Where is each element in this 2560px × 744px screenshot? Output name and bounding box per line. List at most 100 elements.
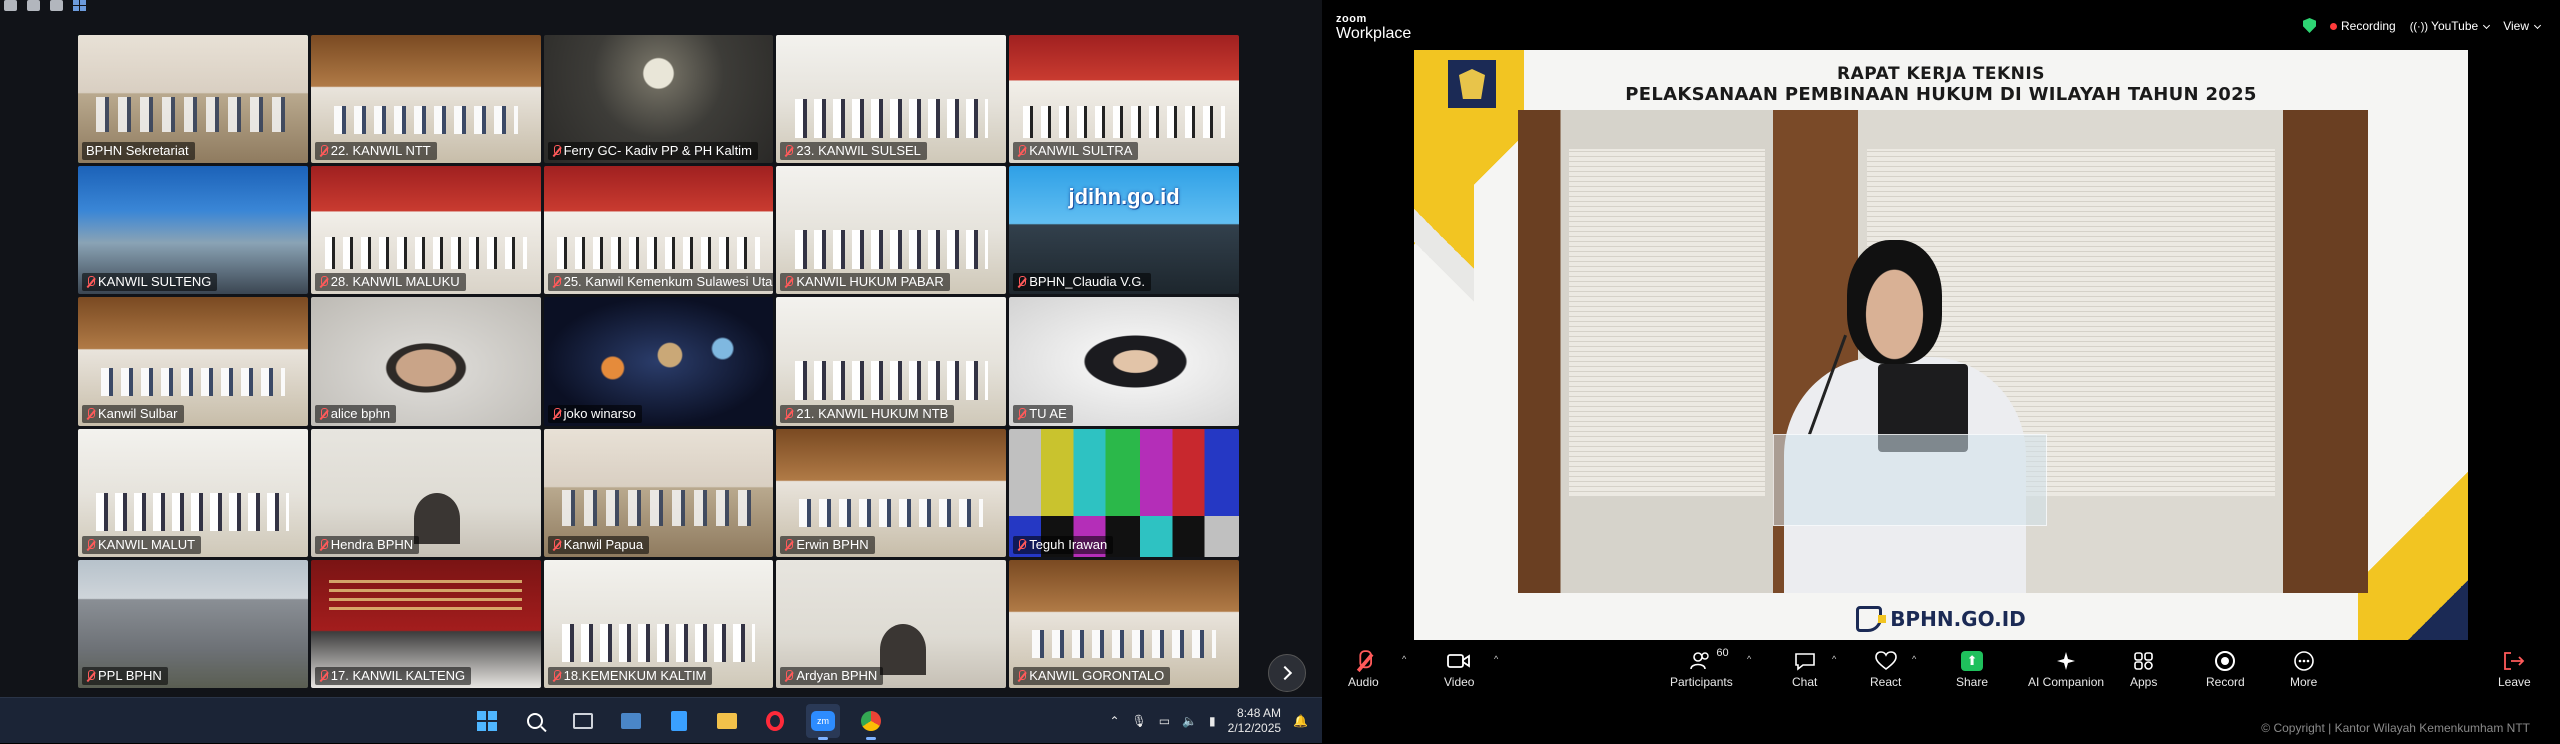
copyright-text: © Copyright | Kantor Wilayah Kemenkumham… [2261,721,2530,735]
participant-tile[interactable]: BPHN Sekretariat [78,35,308,164]
microphone-muted-icon [86,276,95,288]
participant-name-label: Kanwil Papua [547,535,650,554]
chat-options-caret[interactable]: ^ [1832,654,1836,664]
zoom-workplace-logo: zoom Workplace [1336,14,1411,42]
participant-name: joko winarso [563,405,636,421]
chevron-down-icon [2483,21,2491,29]
participant-tile[interactable]: TU AE [1009,297,1239,426]
taskbar-app-explorer[interactable] [710,704,744,738]
participant-tile[interactable]: Teguh Irawan [1009,428,1239,557]
react-label: React [1870,675,1902,689]
participant-tile[interactable]: KANWIL SULTENG [78,166,308,295]
chat-button[interactable]: Chat [1792,647,1817,689]
clock-time: 8:48 AM [1237,706,1282,720]
participant-tile[interactable]: joko winarso [543,297,774,426]
participants-button[interactable]: 60 Participants [1670,647,1733,689]
participant-name-label: 23. KANWIL SULSEL [780,142,927,161]
battery-icon[interactable]: ▮ [1209,714,1216,728]
participant-tile[interactable]: 21. KANWIL HUKUM NTB [776,297,1007,426]
speaker-person [1773,240,2300,593]
video-label: Video [1444,675,1475,689]
participant-name-label: Ferry GC- Kadiv PP & PH Kaltim [547,142,758,161]
participant-tile[interactable]: alice bphn [310,297,541,426]
participant-tile[interactable]: Erwin BPHN [776,428,1007,557]
shared-video-stage: RAPAT KERJA TEKNIS PELAKSANAAN PEMBINAAN… [1414,50,2468,640]
participant-tile[interactable]: Hendra BPHN [310,428,541,557]
livestream-dropdown[interactable]: ((·)) YouTube [2410,18,2491,33]
taskbar-app-zoom[interactable]: zm [806,704,840,740]
notepad-icon [671,711,687,731]
participant-tile[interactable]: KANWIL GORONTALO [1009,559,1239,688]
video-button[interactable]: Video [1444,647,1474,689]
slide-footer-logo: BPHN.GO.ID [1414,606,2468,632]
microphone-muted-icon [319,407,328,420]
brand-top: zoom [1336,13,1367,25]
participant-tile[interactable]: KANWIL SULTRA [1009,35,1239,164]
more-button[interactable]: More [2290,647,2317,689]
participant-tile[interactable]: 18.KEMENKUM KALTIM [543,559,774,688]
participant-tile[interactable]: jdihn.go.id BPHN_Claudia V.G. [1009,166,1239,295]
participant-name-label: Kanwil Sulbar [82,404,184,423]
volume-icon[interactable]: 🔈 [1182,714,1197,728]
chevron-up-icon[interactable]: ⌃ [1109,714,1119,728]
notification-bell-icon[interactable]: 🔔 [1293,714,1308,728]
network-icon[interactable]: ▭ [1159,714,1170,728]
menu-icon[interactable] [50,0,63,11]
audio-button[interactable]: Audio [1348,647,1379,689]
participant-name: alice bphn [330,405,391,421]
taskbar-app-photos[interactable] [614,704,648,738]
taskbar-app-chrome[interactable] [854,704,888,740]
participant-name: KANWIL SULTRA [1029,143,1133,159]
taskbar-app-notepad[interactable] [662,704,696,738]
participant-tile[interactable]: PPL BPHN [78,559,308,688]
participant-name: Kanwil Papua [563,536,644,552]
apps-button[interactable]: Apps [2130,647,2157,689]
participant-tile[interactable]: Kanwil Sulbar [78,297,308,426]
participants-options-caret[interactable]: ^ [1747,654,1751,664]
participant-tile[interactable]: 17. KANWIL KALTENG [310,559,541,688]
search-button[interactable] [518,704,552,738]
view-menu[interactable]: View [2503,19,2542,33]
livestream-label: YouTube [2431,18,2479,33]
participant-name-label: KANWIL GORONTALO [1013,666,1171,685]
leave-button[interactable]: Leave [2498,647,2531,689]
microphone-muted-icon [1017,538,1027,551]
video-options-caret[interactable]: ^ [1494,654,1498,664]
video-camera-icon [1447,647,1471,675]
participant-tile[interactable]: 23. KANWIL SULSEL [776,35,1007,164]
participant-name: Ferry GC- Kadiv PP & PH Kaltim [563,143,752,159]
task-view-button[interactable] [566,704,600,738]
slide-title-line1: RAPAT KERJA TEKNIS [1837,64,2045,84]
participant-tile[interactable]: KANWIL MALUT [78,428,308,557]
bphn-logo-icon [1856,606,1887,632]
participant-tile[interactable]: 28. KANWIL MALUKU [310,166,541,295]
participant-name: 28. KANWIL MALUKU [330,274,460,290]
record-button[interactable]: Record [2206,647,2245,689]
audio-options-caret[interactable]: ^ [1402,654,1406,664]
restore-icon[interactable] [27,0,40,11]
taskbar-clock[interactable]: 8:48 AM 2/12/2025 [1228,706,1281,736]
taskbar-app-opera[interactable] [758,704,792,738]
participant-tile[interactable]: Ardyan BPHN [776,559,1007,688]
ai-companion-button[interactable]: AI Companion [2028,647,2104,689]
participant-tile[interactable]: 22. KANWIL NTT [310,35,541,164]
participant-name-label: 21. KANWIL HUKUM NTB [780,404,955,423]
chat-label: Chat [1792,675,1818,689]
participant-tile[interactable]: 25. Kanwil Kemenkum Sulawesi Utara [543,166,774,295]
next-page-button[interactable] [1268,654,1306,692]
gallery-view-icon[interactable] [73,0,86,11]
start-button[interactable] [470,704,504,738]
more-label: More [2290,675,2318,689]
share-button[interactable]: ⬆ Share [1956,647,1988,689]
opera-icon [766,711,784,731]
participant-tile[interactable]: Ferry GC- Kadiv PP & PH Kaltim [543,35,774,164]
shield-icon[interactable] [2303,18,2317,33]
microphone-muted-icon [552,407,561,420]
react-options-caret[interactable]: ^ [1912,654,1916,664]
participant-tile[interactable]: KANWIL HUKUM PABAR [776,166,1007,295]
minimize-icon[interactable] [4,0,17,11]
recording-indicator[interactable]: Recording [2330,19,2396,33]
microphone-icon[interactable]: 🎙 [1132,714,1147,728]
react-button[interactable]: React [1870,647,1901,689]
participant-tile[interactable]: Kanwil Papua [543,428,774,557]
